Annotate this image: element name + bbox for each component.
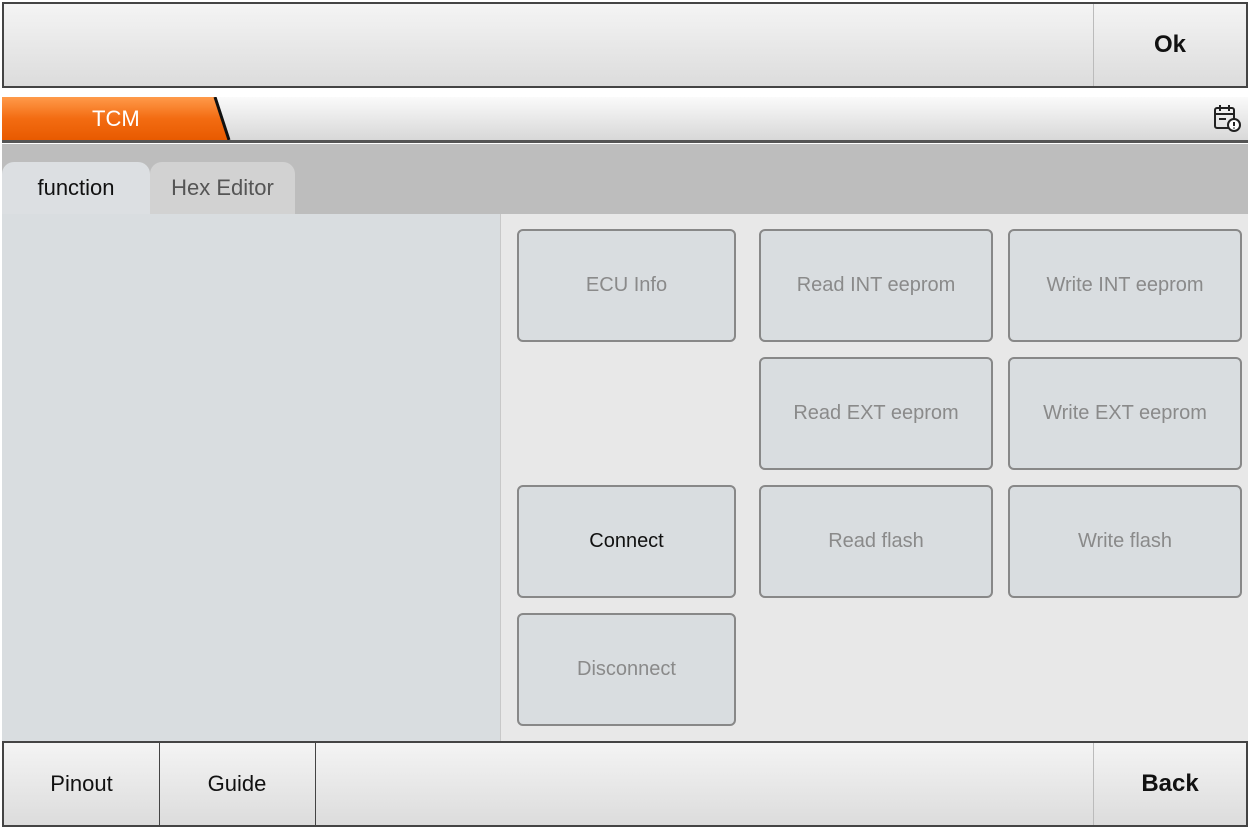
breadcrumb-bar: TCM (2, 97, 1248, 143)
connect-button[interactable]: Connect (517, 485, 736, 598)
guide-button[interactable]: Guide (159, 743, 316, 825)
write-flash-button[interactable]: Write flash (1008, 485, 1242, 598)
function-panel: ECU Info Read INT eeprom Write INT eepro… (501, 214, 1248, 741)
breadcrumb-tcm[interactable]: TCM (2, 97, 237, 140)
ok-button[interactable]: Ok (1093, 4, 1246, 86)
breadcrumb-label: TCM (92, 106, 140, 131)
info-panel (2, 214, 501, 741)
back-button[interactable]: Back (1093, 743, 1246, 825)
write-int-eeprom-button[interactable]: Write INT eeprom (1008, 229, 1242, 342)
tab-hex-editor[interactable]: Hex Editor (150, 162, 295, 214)
tab-strip: function Hex Editor (2, 144, 1248, 214)
pinout-button[interactable]: Pinout (4, 743, 160, 825)
disconnect-button[interactable]: Disconnect (517, 613, 736, 726)
read-ext-eeprom-button[interactable]: Read EXT eeprom (759, 357, 993, 470)
read-flash-button[interactable]: Read flash (759, 485, 993, 598)
tab-function[interactable]: function (2, 162, 150, 214)
calendar-warning-icon[interactable] (1212, 103, 1242, 133)
top-action-bar: Ok (2, 2, 1248, 88)
bottom-action-bar: Pinout Guide Back (2, 741, 1248, 827)
write-ext-eeprom-button[interactable]: Write EXT eeprom (1008, 357, 1242, 470)
ecu-info-button[interactable]: ECU Info (517, 229, 736, 342)
read-int-eeprom-button[interactable]: Read INT eeprom (759, 229, 993, 342)
